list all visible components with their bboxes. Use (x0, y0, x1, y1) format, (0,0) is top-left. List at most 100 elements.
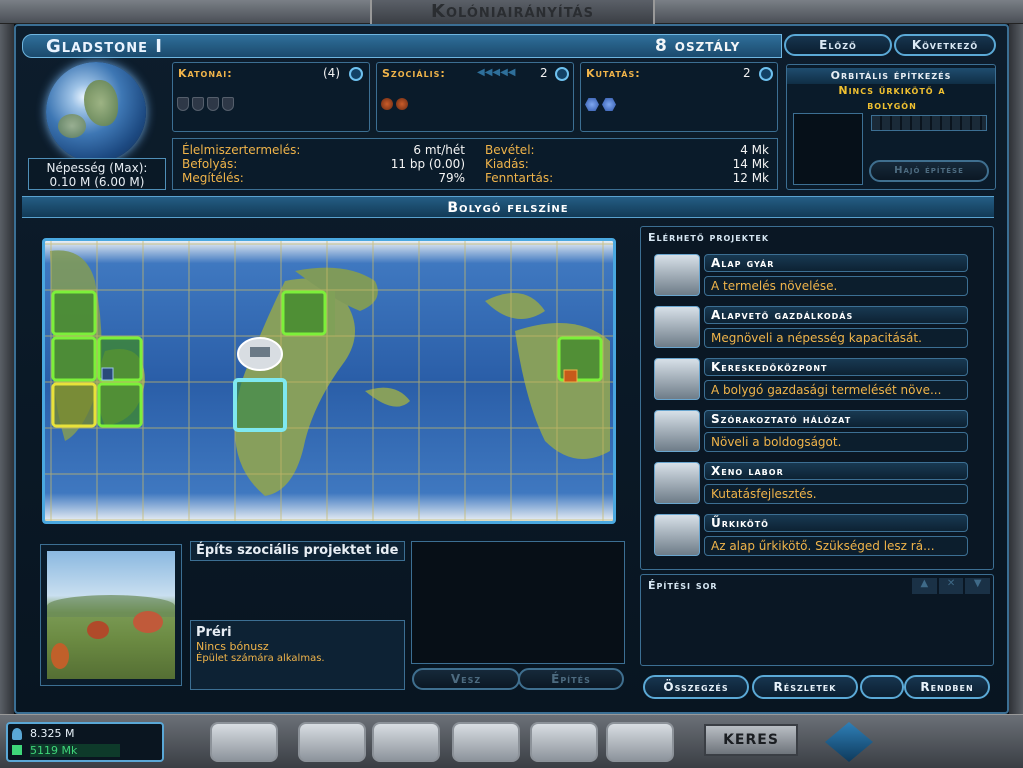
influence-label: Befolyás: (182, 157, 238, 171)
social-slot-icon (381, 98, 393, 110)
project-name[interactable]: Alap gyár (704, 254, 968, 272)
tile-selected[interactable] (233, 378, 287, 432)
terrain-info: Préri Nincs bónusz Épület számára alkalm… (190, 620, 405, 690)
military-box: Katonai: (4) (172, 62, 370, 132)
military-label: Katonai: (178, 67, 233, 80)
influence-value: 11 bp (0.00) (390, 157, 465, 171)
terrain-note: Épület számára alkalmas. (196, 653, 325, 664)
build-button[interactable]: Építés (518, 668, 624, 690)
bonus-icon (101, 367, 114, 381)
total-credits: 5119 Mk (30, 744, 120, 757)
tile-buildable[interactable] (51, 290, 97, 336)
search-button[interactable]: KERES (704, 724, 798, 756)
orbital-progress (871, 115, 987, 131)
orbital-message: Nincs űrkikötő a bolygón (838, 84, 946, 112)
social-value: 2 (540, 66, 548, 80)
right-frame (1009, 24, 1023, 714)
research-label: Kutatás: (586, 67, 641, 80)
previous-button[interactable]: Előző (784, 34, 892, 56)
population-icon (12, 728, 22, 740)
income-value: 4 Mk (740, 143, 769, 157)
building-detail-box (411, 541, 625, 664)
upkeep-label: Fenntartás: (485, 171, 554, 185)
project-name[interactable]: Űrkikötő (704, 514, 968, 532)
tile-buildable[interactable] (51, 336, 97, 382)
military-clock-icon[interactable] (349, 67, 363, 81)
galaxy-icon[interactable] (210, 722, 278, 762)
income-label: Bevétel: (485, 143, 535, 157)
buy-button[interactable]: Vesz (412, 668, 520, 690)
projects-title: Elérhető projektek (648, 231, 770, 244)
ship-icon[interactable] (606, 722, 674, 762)
ok-button[interactable]: Rendben (904, 675, 990, 699)
move-up-icon[interactable]: ▲ (912, 578, 937, 594)
build-queue-title: Építési sor (648, 579, 718, 592)
project-desc[interactable]: Növeli a boldogságot. (704, 432, 968, 452)
project-desc[interactable]: Kutatásfejlesztés. (704, 484, 968, 504)
resources-box: 8.325 M 5119 Mk (6, 722, 164, 762)
upkeep-value: 12 Mk (732, 171, 769, 185)
planet-icon[interactable] (452, 722, 520, 762)
social-clock-icon[interactable] (555, 67, 569, 81)
project-name[interactable]: Kereskedőközpont (704, 358, 968, 376)
military-slots (177, 97, 234, 111)
food-label: Élelmiszertermelés: (182, 143, 301, 157)
remove-icon[interactable]: ✕ (938, 578, 964, 594)
project-desc[interactable]: Megnöveli a népesség kapacitását. (704, 328, 968, 348)
terrain-bonus: Nincs bónusz (196, 640, 269, 653)
approval-label: Megítélés: (182, 171, 244, 185)
build-ship-button[interactable]: Hajó építése (869, 160, 989, 182)
planet-globe[interactable] (46, 62, 146, 162)
queue-controls: ▲ ✕ ▼ (912, 578, 991, 594)
project-desc[interactable]: A bolygó gazdasági termelését növe... (704, 380, 968, 400)
total-population: 8.325 M (30, 727, 75, 740)
details-button[interactable]: Részletek (752, 675, 858, 699)
summary-button[interactable]: Összegzés (643, 675, 749, 699)
social-slot-icon (396, 98, 408, 110)
research-box: Kutatás: 2 (580, 62, 778, 132)
blank-button[interactable] (860, 675, 904, 699)
planet-class: 8 osztály (655, 36, 741, 56)
project-desc[interactable]: A termelés növelése. (704, 276, 968, 296)
research-flask-icon[interactable] (298, 722, 366, 762)
build-here-label: Építs szociális projektet ide (190, 541, 405, 561)
trade-center-icon[interactable] (654, 358, 700, 400)
factory-icon[interactable] (654, 254, 700, 296)
terrain-preview (40, 544, 182, 686)
tile-buildable[interactable] (281, 290, 327, 336)
shield-icon (222, 97, 234, 111)
farming-icon[interactable] (654, 306, 700, 348)
government-icon[interactable] (372, 722, 440, 762)
shield-icon (177, 97, 189, 111)
surface-map-svg[interactable] (45, 241, 613, 521)
orbital-slot (793, 113, 863, 185)
xeno-lab-icon[interactable] (654, 462, 700, 504)
approval-value: 79% (438, 171, 465, 185)
military-value: (4) (323, 66, 340, 80)
project-name[interactable]: Xeno labor (704, 462, 968, 480)
social-slots (381, 98, 408, 110)
orbital-title: Orbitális építkezés (787, 68, 995, 84)
next-button[interactable]: Következő (894, 34, 996, 56)
social-box: Szociális: ◀◀◀◀◀ 2 (376, 62, 574, 132)
food-value: 6 mt/hét (413, 143, 465, 157)
planet-surface-map[interactable] (42, 238, 616, 524)
project-name[interactable]: Szórakoztató hálózat (704, 410, 968, 428)
research-slot-icon (585, 98, 599, 111)
entertainment-icon[interactable] (654, 410, 700, 452)
shield-icon (207, 97, 219, 111)
project-name[interactable]: Alapvető gazdálkodás (704, 306, 968, 324)
project-desc[interactable]: Az alap űrkikötő. Szükséged lesz rá... (704, 536, 968, 556)
starport-icon[interactable] (654, 514, 700, 556)
colony-building-icon (250, 347, 270, 357)
bonus-icon (563, 369, 578, 383)
terrain-preview-image (47, 551, 175, 679)
stats-chart-icon[interactable] (530, 722, 598, 762)
tile-buildable[interactable] (97, 382, 143, 428)
population-label: Népesség (Max): (46, 161, 148, 175)
expense-label: Kiadás: (485, 157, 529, 171)
research-clock-icon[interactable] (759, 67, 773, 81)
tile-yellow[interactable] (51, 382, 97, 428)
move-down-icon[interactable]: ▼ (965, 578, 991, 594)
window-title: Kolóniairányítás (370, 0, 655, 24)
